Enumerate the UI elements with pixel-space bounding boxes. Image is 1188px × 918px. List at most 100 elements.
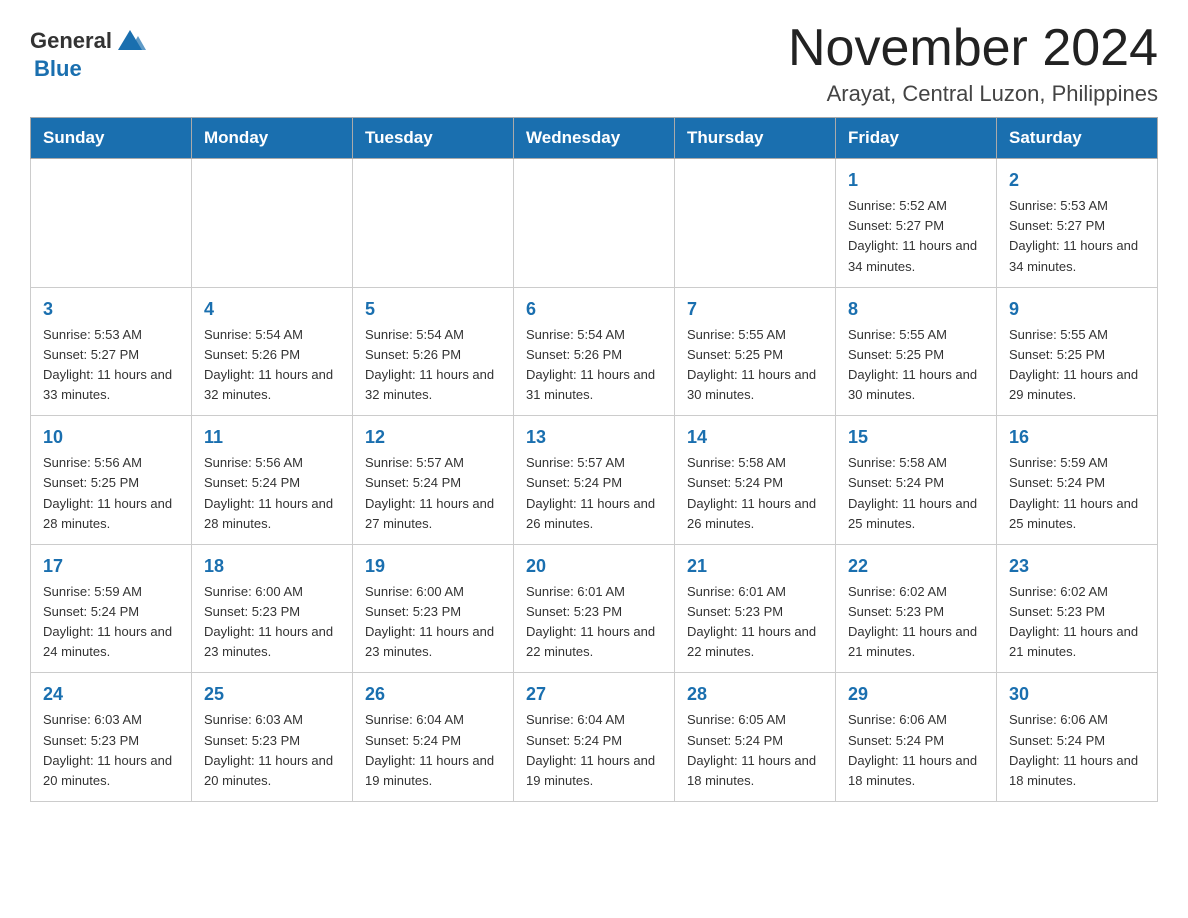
day-of-week-header: Thursday: [675, 118, 836, 159]
day-sun-info: Sunrise: 5:59 AMSunset: 5:24 PMDaylight:…: [43, 584, 172, 659]
calendar-day-cell: 22 Sunrise: 6:02 AMSunset: 5:23 PMDayligh…: [836, 544, 997, 673]
day-of-week-header: Sunday: [31, 118, 192, 159]
day-sun-info: Sunrise: 6:04 AMSunset: 5:24 PMDaylight:…: [526, 712, 655, 787]
calendar-day-cell: [514, 159, 675, 288]
calendar-body: 1 Sunrise: 5:52 AMSunset: 5:27 PMDaylight…: [31, 159, 1158, 802]
calendar-header: SundayMondayTuesdayWednesdayThursdayFrid…: [31, 118, 1158, 159]
day-number: 13: [526, 424, 662, 451]
month-title: November 2024: [788, 20, 1158, 77]
calendar-week-row: 10 Sunrise: 5:56 AMSunset: 5:25 PMDayligh…: [31, 416, 1158, 545]
calendar-day-cell: [353, 159, 514, 288]
calendar-day-cell: 30 Sunrise: 6:06 AMSunset: 5:24 PMDayligh…: [997, 673, 1158, 802]
calendar-day-cell: 5 Sunrise: 5:54 AMSunset: 5:26 PMDaylight…: [353, 287, 514, 416]
logo-blue-text: Blue: [34, 56, 82, 82]
day-number: 17: [43, 553, 179, 580]
title-section: November 2024 Arayat, Central Luzon, Phi…: [788, 20, 1158, 107]
day-sun-info: Sunrise: 6:06 AMSunset: 5:24 PMDaylight:…: [848, 712, 977, 787]
calendar-day-cell: 24 Sunrise: 6:03 AMSunset: 5:23 PMDayligh…: [31, 673, 192, 802]
day-of-week-header: Wednesday: [514, 118, 675, 159]
day-number: 16: [1009, 424, 1145, 451]
calendar-day-cell: 15Sunrise: 5:58 AMSunset: 5:24 PMDayligh…: [836, 416, 997, 545]
calendar-day-cell: 12 Sunrise: 5:57 AMSunset: 5:24 PMDayligh…: [353, 416, 514, 545]
day-sun-info: Sunrise: 6:00 AMSunset: 5:23 PMDaylight:…: [365, 584, 494, 659]
calendar-day-cell: 13 Sunrise: 5:57 AMSunset: 5:24 PMDayligh…: [514, 416, 675, 545]
day-sun-info: Sunrise: 6:00 AMSunset: 5:23 PMDaylight:…: [204, 584, 333, 659]
day-number: 10: [43, 424, 179, 451]
day-number: 12: [365, 424, 501, 451]
day-number: 28: [687, 681, 823, 708]
day-number: 21: [687, 553, 823, 580]
day-sun-info: Sunrise: 6:03 AMSunset: 5:23 PMDaylight:…: [204, 712, 333, 787]
logo: General Blue: [30, 20, 146, 82]
calendar-day-cell: 11Sunrise: 5:56 AMSunset: 5:24 PMDayligh…: [192, 416, 353, 545]
calendar-week-row: 17 Sunrise: 5:59 AMSunset: 5:24 PMDayligh…: [31, 544, 1158, 673]
day-number: 3: [43, 296, 179, 323]
day-sun-info: Sunrise: 5:57 AMSunset: 5:24 PMDaylight:…: [526, 455, 655, 530]
calendar-day-cell: 26 Sunrise: 6:04 AMSunset: 5:24 PMDayligh…: [353, 673, 514, 802]
day-sun-info: Sunrise: 6:01 AMSunset: 5:23 PMDaylight:…: [526, 584, 655, 659]
calendar-day-cell: 10 Sunrise: 5:56 AMSunset: 5:25 PMDayligh…: [31, 416, 192, 545]
day-sun-info: Sunrise: 6:05 AMSunset: 5:24 PMDaylight:…: [687, 712, 816, 787]
day-of-week-header: Monday: [192, 118, 353, 159]
calendar-day-cell: 25 Sunrise: 6:03 AMSunset: 5:23 PMDayligh…: [192, 673, 353, 802]
day-sun-info: Sunrise: 5:57 AMSunset: 5:24 PMDaylight:…: [365, 455, 494, 530]
day-number: 30: [1009, 681, 1145, 708]
page-header: General Blue November 2024 Arayat, Centr…: [30, 20, 1158, 107]
day-of-week-header: Friday: [836, 118, 997, 159]
calendar-day-cell: 2 Sunrise: 5:53 AMSunset: 5:27 PMDaylight…: [997, 159, 1158, 288]
day-number: 24: [43, 681, 179, 708]
logo-general-text: General: [30, 28, 112, 54]
calendar-day-cell: 17 Sunrise: 5:59 AMSunset: 5:24 PMDayligh…: [31, 544, 192, 673]
day-sun-info: Sunrise: 5:56 AMSunset: 5:25 PMDaylight:…: [43, 455, 172, 530]
day-sun-info: Sunrise: 5:55 AMSunset: 5:25 PMDaylight:…: [848, 327, 977, 402]
day-number: 23: [1009, 553, 1145, 580]
day-number: 7: [687, 296, 823, 323]
day-sun-info: Sunrise: 6:06 AMSunset: 5:24 PMDaylight:…: [1009, 712, 1138, 787]
day-sun-info: Sunrise: 5:54 AMSunset: 5:26 PMDaylight:…: [365, 327, 494, 402]
calendar-day-cell: 3 Sunrise: 5:53 AMSunset: 5:27 PMDaylight…: [31, 287, 192, 416]
day-of-week-header: Tuesday: [353, 118, 514, 159]
day-sun-info: Sunrise: 5:59 AMSunset: 5:24 PMDaylight:…: [1009, 455, 1138, 530]
day-of-week-header: Saturday: [997, 118, 1158, 159]
day-number: 27: [526, 681, 662, 708]
day-number: 9: [1009, 296, 1145, 323]
calendar-day-cell: 16 Sunrise: 5:59 AMSunset: 5:24 PMDayligh…: [997, 416, 1158, 545]
calendar-day-cell: [675, 159, 836, 288]
calendar-table: SundayMondayTuesdayWednesdayThursdayFrid…: [30, 117, 1158, 802]
calendar-day-cell: 1 Sunrise: 5:52 AMSunset: 5:27 PMDaylight…: [836, 159, 997, 288]
location-subtitle: Arayat, Central Luzon, Philippines: [788, 81, 1158, 107]
day-sun-info: Sunrise: 5:58 AMSunset: 5:24 PMDaylight:…: [848, 455, 977, 530]
day-number: 6: [526, 296, 662, 323]
day-sun-info: Sunrise: 5:54 AMSunset: 5:26 PMDaylight:…: [204, 327, 333, 402]
day-sun-info: Sunrise: 6:04 AMSunset: 5:24 PMDaylight:…: [365, 712, 494, 787]
calendar-day-cell: 21Sunrise: 6:01 AMSunset: 5:23 PMDayligh…: [675, 544, 836, 673]
day-number: 8: [848, 296, 984, 323]
days-of-week-row: SundayMondayTuesdayWednesdayThursdayFrid…: [31, 118, 1158, 159]
day-sun-info: Sunrise: 5:52 AMSunset: 5:27 PMDaylight:…: [848, 198, 977, 273]
day-sun-info: Sunrise: 5:54 AMSunset: 5:26 PMDaylight:…: [526, 327, 655, 402]
day-sun-info: Sunrise: 5:56 AMSunset: 5:24 PMDaylight:…: [204, 455, 333, 530]
calendar-week-row: 24 Sunrise: 6:03 AMSunset: 5:23 PMDayligh…: [31, 673, 1158, 802]
day-number: 26: [365, 681, 501, 708]
day-sun-info: Sunrise: 5:53 AMSunset: 5:27 PMDaylight:…: [43, 327, 172, 402]
calendar-day-cell: [31, 159, 192, 288]
day-sun-info: Sunrise: 5:53 AMSunset: 5:27 PMDaylight:…: [1009, 198, 1138, 273]
calendar-week-row: 1 Sunrise: 5:52 AMSunset: 5:27 PMDaylight…: [31, 159, 1158, 288]
day-number: 29: [848, 681, 984, 708]
day-number: 2: [1009, 167, 1145, 194]
calendar-day-cell: 7Sunrise: 5:55 AMSunset: 5:25 PMDaylight…: [675, 287, 836, 416]
day-number: 22: [848, 553, 984, 580]
day-sun-info: Sunrise: 5:55 AMSunset: 5:25 PMDaylight:…: [1009, 327, 1138, 402]
calendar-day-cell: 14Sunrise: 5:58 AMSunset: 5:24 PMDayligh…: [675, 416, 836, 545]
day-sun-info: Sunrise: 6:02 AMSunset: 5:23 PMDaylight:…: [848, 584, 977, 659]
day-sun-info: Sunrise: 6:03 AMSunset: 5:23 PMDaylight:…: [43, 712, 172, 787]
day-number: 5: [365, 296, 501, 323]
day-number: 4: [204, 296, 340, 323]
day-number: 25: [204, 681, 340, 708]
calendar-day-cell: 20Sunrise: 6:01 AMSunset: 5:23 PMDayligh…: [514, 544, 675, 673]
day-number: 14: [687, 424, 823, 451]
calendar-day-cell: 29 Sunrise: 6:06 AMSunset: 5:24 PMDayligh…: [836, 673, 997, 802]
day-number: 1: [848, 167, 984, 194]
logo-icon: [114, 24, 146, 56]
day-number: 18: [204, 553, 340, 580]
